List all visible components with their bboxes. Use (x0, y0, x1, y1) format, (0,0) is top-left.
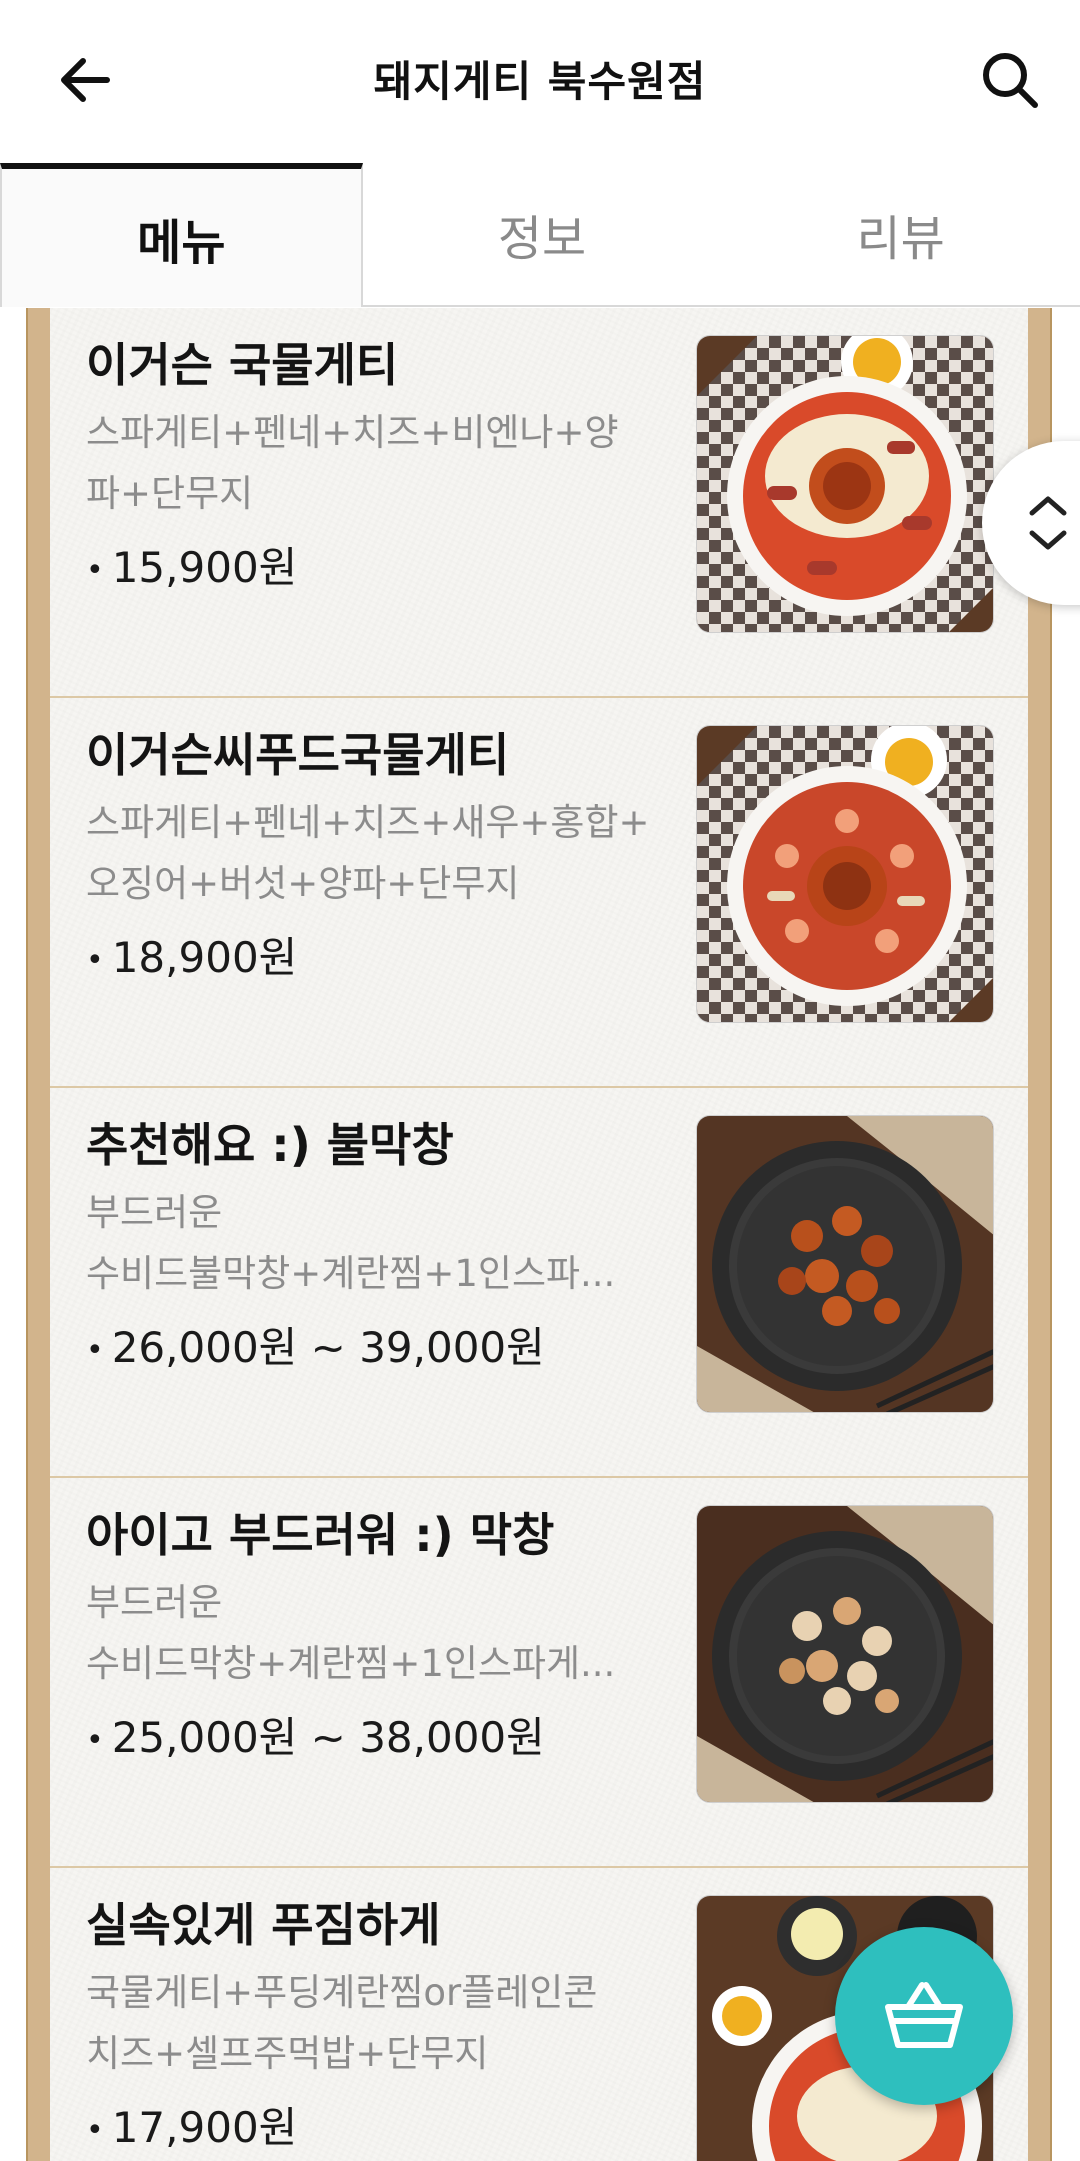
search-icon (983, 53, 1038, 108)
bullet-dot: • (86, 1332, 104, 1368)
menu-item-description-line: 스파게티+펜네+치즈+새우+홍합+ (86, 801, 650, 844)
menu-item-description-line: 부드러운 (86, 1581, 223, 1624)
menu-item[interactable]: 아이고 부드러워 :) 막창 부드러운 수비드막창+계란찜+1인스파게... •… (50, 1478, 1028, 1868)
menu-board: 이거슨 국물게티 스파게티+펜네+치즈+비엔나+양 파+단무지 • 15,900원 (26, 308, 1052, 2161)
menu-item-text: 실속있게 푸짐하게 국물게티+푸딩계란찜or플레인콘 치즈+셀프주먹밥+단무지 … (86, 1894, 676, 2161)
bullet-dot: • (86, 2112, 104, 2148)
menu-item-photo[interactable] (696, 725, 994, 1023)
menu-item-name: 아이고 부드러워 :) 막창 (86, 1508, 555, 1562)
menu-item-name: 이거슨씨푸드국물게티 (86, 728, 510, 782)
menu-item-name: 이거슨 국물게티 (86, 338, 399, 392)
menu-item-description-line: 파+단무지 (86, 472, 254, 515)
basket-icon (885, 1982, 963, 2048)
arrow-left-icon (61, 58, 110, 102)
menu-item-photo[interactable] (696, 1505, 994, 1803)
menu-item-description-line: 스파게티+펜네+치즈+비엔나+양 (86, 411, 619, 454)
tab-bar: 메뉴 정보 리뷰 (0, 163, 1080, 307)
menu-item-price-value: 25,000원 ~ 38,000원 (111, 1713, 545, 1762)
cart-button[interactable] (835, 1927, 1013, 2105)
bullet-dot: • (86, 1722, 104, 1758)
store-title: 돼지게티 북수원점 (373, 57, 707, 106)
menu-item-text: 추천해요 :) 불막창 부드러운 수비드불막창+계란찜+1인스파... • 26,… (86, 1114, 676, 1381)
bullet-dot: • (86, 942, 104, 978)
bullet-dot: • (86, 552, 104, 588)
menu-item-text: 이거슨 국물게티 스파게티+펜네+치즈+비엔나+양 파+단무지 • 15,900원 (86, 334, 676, 601)
tab-reviews[interactable]: 리뷰 (721, 163, 1080, 305)
search-button[interactable] (960, 40, 1060, 120)
menu-item-text: 아이고 부드러워 :) 막창 부드러운 수비드막창+계란찜+1인스파게... •… (86, 1504, 676, 1771)
menu-item-price-value: 15,900원 (111, 543, 298, 592)
menu-item-name: 실속있게 푸짐하게 (86, 1898, 441, 1952)
menu-item-price: • 15,900원 (86, 538, 676, 601)
menu-item[interactable]: 이거슨 국물게티 스파게티+펜네+치즈+비엔나+양 파+단무지 • 15,900원 (50, 308, 1028, 698)
menu-item-price: • 26,000원 ~ 39,000원 (86, 1318, 676, 1381)
menu-item-description: 부드러운 수비드불막창+계란찜+1인스파... (86, 1182, 676, 1304)
top-bar: 돼지게티 북수원점 (0, 0, 1080, 165)
menu-item-description-line: 치즈+셀프주먹밥+단무지 (86, 2032, 489, 2075)
menu-item-description-line: 수비드막창+계란찜+1인스파게... (86, 1642, 616, 1685)
app-root: 돼지게티 북수원점 메뉴 정보 리뷰 이거슨 국물게티 스파게티+펜네+치즈+비… (0, 0, 1080, 2161)
back-button[interactable] (40, 40, 130, 120)
menu-item-price-value: 26,000원 ~ 39,000원 (111, 1323, 545, 1372)
menu-item-price-value: 18,900원 (111, 933, 298, 982)
menu-item-price: • 25,000원 ~ 38,000원 (86, 1708, 676, 1771)
menu-item[interactable]: 이거슨씨푸드국물게티 스파게티+펜네+치즈+새우+홍합+ 오징어+버섯+양파+단… (50, 698, 1028, 1088)
menu-list: 이거슨 국물게티 스파게티+펜네+치즈+비엔나+양 파+단무지 • 15,900원 (50, 308, 1028, 2161)
menu-item-text: 이거슨씨푸드국물게티 스파게티+펜네+치즈+새우+홍합+ 오징어+버섯+양파+단… (86, 724, 676, 991)
menu-item-description-line: 수비드불막창+계란찜+1인스파... (86, 1252, 616, 1295)
menu-item-price: • 18,900원 (86, 928, 676, 991)
chevron-up-down-icon (1029, 496, 1067, 550)
menu-item-price: • 17,900원 (86, 2098, 676, 2161)
menu-item-price-value: 17,900원 (111, 2103, 298, 2152)
menu-item[interactable]: 추천해요 :) 불막창 부드러운 수비드불막창+계란찜+1인스파... • 26,… (50, 1088, 1028, 1478)
menu-item-photo[interactable] (696, 335, 994, 633)
tab-info[interactable]: 정보 (363, 163, 722, 305)
menu-item-description: 스파게티+펜네+치즈+비엔나+양 파+단무지 (86, 402, 676, 524)
tab-menu[interactable]: 메뉴 (0, 163, 363, 307)
menu-item-photo[interactable] (696, 1115, 994, 1413)
menu-item-description-line: 부드러운 (86, 1191, 223, 1234)
menu-item-description: 부드러운 수비드막창+계란찜+1인스파게... (86, 1572, 676, 1694)
menu-item-description-line: 오징어+버섯+양파+단무지 (86, 862, 520, 905)
menu-item-description: 스파게티+펜네+치즈+새우+홍합+ 오징어+버섯+양파+단무지 (86, 792, 676, 914)
menu-item-description: 국물게티+푸딩계란찜or플레인콘 치즈+셀프주먹밥+단무지 (86, 1962, 676, 2084)
menu-item-description-line: 국물게티+푸딩계란찜or플레인콘 (86, 1971, 598, 2014)
menu-item-name: 추천해요 :) 불막창 (86, 1118, 454, 1172)
